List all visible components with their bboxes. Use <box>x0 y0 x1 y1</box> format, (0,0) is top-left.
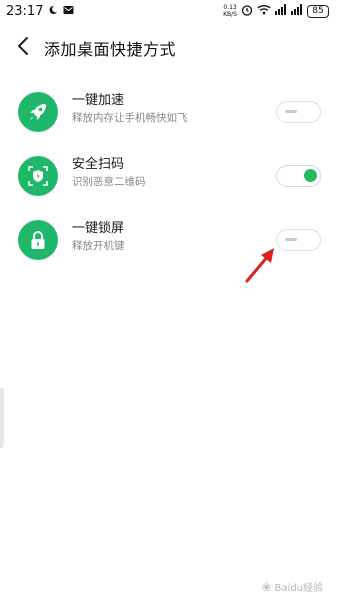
shortcut-title: 一键锁屏 <box>72 221 125 236</box>
shortcut-subtitle: 识别恶意二维码 <box>72 176 146 188</box>
shortcut-subtitle: 释放内存让手机畅快如飞 <box>72 112 188 124</box>
shortcut-title: 安全扫码 <box>72 157 125 172</box>
net-speed-value: 0.13 <box>223 4 237 11</box>
paw-icon: ❀ <box>261 579 272 594</box>
shortcut-row-lock: 一键锁屏 释放开机键 <box>0 208 337 272</box>
wifi-icon <box>257 4 271 18</box>
red-arrow-annotation <box>244 246 278 288</box>
signal-icon <box>275 4 287 18</box>
shield-scan-icon <box>18 156 58 196</box>
watermark-text: Baidu经验 <box>274 583 323 594</box>
watermark: ❀ Baidu经验 <box>261 579 323 595</box>
shortcut-row-scan: 安全扫码 识别恶意二维码 <box>0 144 337 208</box>
net-speed: 0.13 KB/S <box>223 4 237 18</box>
scan-toggle[interactable] <box>276 165 321 187</box>
lock-icon <box>18 220 58 260</box>
signal-icon-2 <box>291 4 303 18</box>
shortcut-row-speedup: 一键加速 释放内存让手机畅快如飞 <box>0 80 337 144</box>
edge-swipe-handle[interactable] <box>0 388 4 448</box>
moon-icon <box>48 4 58 18</box>
shortcut-title: 一键加速 <box>72 93 125 108</box>
speedup-toggle[interactable] <box>276 101 321 123</box>
shortcut-subtitle: 释放开机键 <box>72 240 125 252</box>
rocket-icon <box>18 92 58 132</box>
chevron-left-icon <box>16 36 30 60</box>
shortcut-list: 一键加速 释放内存让手机畅快如飞 安全扫码 识别恶意二维码 一键锁屏 释放开机键 <box>0 80 337 272</box>
back-button[interactable] <box>6 31 40 65</box>
toggle-on-knob <box>304 169 317 182</box>
status-bar: 23:17 0.13 KB/S 85 <box>0 0 337 22</box>
lock-toggle[interactable] <box>276 229 321 251</box>
net-speed-unit: KB/S <box>223 11 237 18</box>
status-time: 23:17 <box>6 3 44 19</box>
page-title: 添加桌面快捷方式 <box>44 40 177 59</box>
alarm-icon <box>241 4 253 19</box>
toggle-off-indicator <box>285 238 297 241</box>
header: 添加桌面快捷方式 <box>0 30 337 66</box>
mail-icon <box>63 4 74 18</box>
toggle-off-indicator <box>285 110 297 113</box>
battery-indicator: 85 <box>307 4 329 18</box>
